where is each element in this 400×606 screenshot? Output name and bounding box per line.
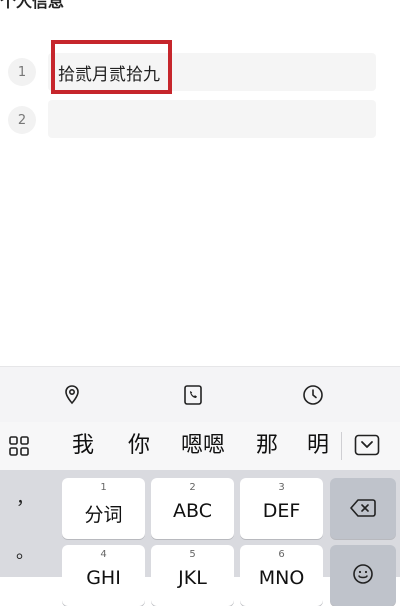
candidate-word[interactable]: 那 [256, 422, 278, 470]
delete-key[interactable] [330, 478, 396, 539]
collapse-keyboard-icon[interactable] [354, 434, 380, 456]
key-1[interactable]: 1 分词 [62, 478, 145, 539]
key-label: GHI [86, 567, 121, 589]
grid-icon[interactable] [8, 435, 30, 457]
key-3[interactable]: 3 DEF [240, 478, 323, 539]
row-number-2: 2 [8, 106, 36, 134]
emoji-key[interactable] [330, 545, 396, 606]
candidate-bar: 我 你 嗯嗯 那 明 [0, 422, 400, 470]
key-4[interactable]: 4 GHI [62, 545, 145, 606]
period-key[interactable]: 。 [0, 538, 50, 564]
location-pin-icon[interactable] [60, 383, 84, 407]
punctuation-column: ， 。 [0, 470, 50, 577]
row-input-2[interactable] [48, 100, 376, 138]
key-label: MNO [258, 567, 305, 589]
candidate-word[interactable]: 嗯嗯 [181, 422, 225, 470]
key-number: 2 [189, 482, 196, 493]
key-number: 1 [100, 482, 107, 493]
quick-toolbar [0, 366, 400, 423]
key-number: 6 [278, 549, 285, 560]
emoji-icon [353, 564, 373, 584]
candidate-divider [341, 432, 342, 460]
page-title: 个人信息 [0, 0, 65, 11]
candidate-word[interactable]: 明 [307, 422, 337, 470]
candidate-word[interactable]: 你 [128, 422, 150, 470]
key-label: ABC [173, 500, 212, 522]
row-input-1[interactable]: 拾贰月贰拾九 [48, 53, 376, 91]
clock-icon[interactable] [301, 383, 325, 407]
candidate-word[interactable]: 我 [72, 422, 94, 470]
key-2[interactable]: 2 ABC [151, 478, 234, 539]
key-number: 3 [278, 482, 285, 493]
key-label: DEF [262, 500, 301, 522]
row-number-1: 1 [8, 58, 36, 86]
backspace-icon [350, 499, 376, 517]
key-number: 4 [100, 549, 107, 560]
key-label: 分词 [84, 504, 123, 526]
key-number: 5 [189, 549, 196, 560]
key-5[interactable]: 5 JKL [151, 545, 234, 606]
key-label: JKL [178, 567, 207, 589]
comma-key[interactable]: ， [0, 484, 50, 510]
key-6[interactable]: 6 MNO [240, 545, 323, 606]
phone-icon[interactable] [181, 383, 205, 407]
